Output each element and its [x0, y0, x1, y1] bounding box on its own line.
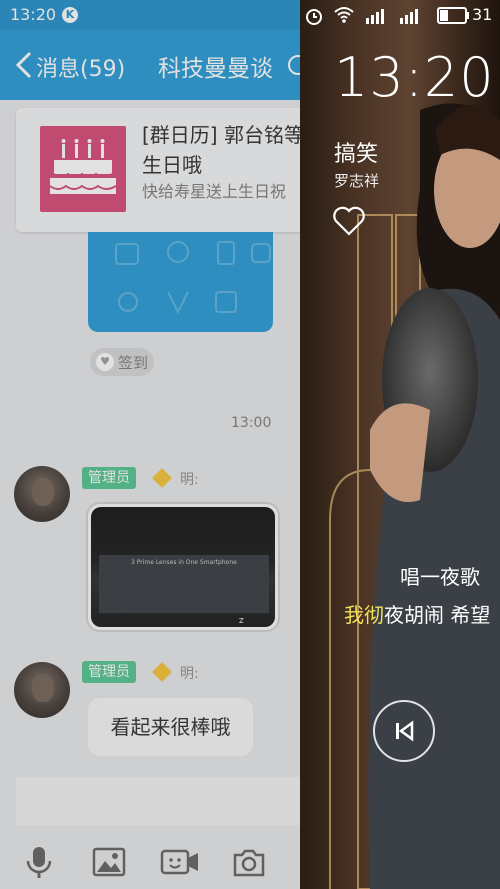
chat-toolbar	[0, 835, 300, 889]
app-icons-card[interactable]	[88, 232, 273, 332]
app-notification-icon: K	[62, 7, 78, 23]
admin-tag: 管理员	[82, 661, 136, 683]
signal-4g-icon	[366, 9, 384, 24]
heart-outline-icon[interactable]	[332, 206, 366, 236]
signal-icon	[400, 9, 418, 24]
microphone-icon[interactable]	[22, 845, 56, 879]
photo-caption: 3 Prime Lenses in One Smartphone	[131, 559, 237, 566]
alarm-icon	[306, 9, 322, 25]
status-time: 13:20	[10, 5, 57, 24]
lock-screen: 31 13:20 搞笑 罗志祥 唱一夜歌 我彻夜胡闹 希望	[300, 0, 500, 889]
wifi-icon	[334, 7, 354, 23]
previous-track-button[interactable]	[373, 700, 435, 762]
lock-clock: 13:20	[334, 46, 495, 109]
sender-name: 明:	[180, 666, 199, 682]
back-button[interactable]: 消息(59)	[36, 51, 125, 83]
message-timestamp: 13:00	[231, 415, 272, 431]
status-bar-right: 31	[300, 0, 500, 30]
group-info-icon[interactable]	[288, 55, 300, 75]
diamond-icon	[152, 662, 172, 682]
avatar[interactable]	[14, 466, 70, 522]
photo-thumbnail: 3 Prime Lenses in One Smartphone Z	[91, 507, 275, 627]
battery-level: 31	[472, 5, 493, 24]
chat-title: 科技曼曼谈	[158, 56, 273, 82]
avatar[interactable]	[14, 662, 70, 718]
group-calendar-card[interactable]: [群日历] 郭台铭等 生日哦 快给寿星送上生日祝	[16, 108, 300, 232]
camera-icon[interactable]	[232, 845, 266, 879]
video-icon[interactable]	[160, 845, 200, 879]
admin-tag: 管理员	[82, 467, 136, 489]
cake-icon	[40, 126, 126, 212]
back-arrow-icon[interactable]	[12, 50, 36, 80]
sender-name: 明:	[180, 472, 199, 488]
chat-app: 13:20 K 消息(59) 科技曼曼谈 [群日历] 郭台铭等 生日哦 快给寿星…	[0, 0, 300, 889]
message-input[interactable]	[16, 777, 300, 825]
lyric-rest: 夜胡闹 希望	[384, 603, 491, 627]
song-title: 搞笑	[334, 142, 379, 167]
status-bar-left: 13:20 K	[0, 0, 300, 30]
lyric-highlight: 我彻	[344, 603, 384, 627]
signin-badge[interactable]: ♥ 签到	[90, 348, 154, 376]
lyric-line-current: 我彻夜胡闹 希望	[344, 599, 490, 628]
calendar-title: [群日历] 郭台铭等 生日哦	[142, 123, 300, 177]
heart-icon: ♥	[96, 353, 114, 371]
calendar-subtitle: 快给寿星送上生日祝	[142, 182, 287, 201]
skip-back-icon	[396, 720, 414, 742]
pattern-icons	[115, 241, 271, 315]
lyric-line: 唱一夜歌	[400, 565, 480, 589]
image-message[interactable]: 3 Prime Lenses in One Smartphone Z	[86, 502, 280, 632]
signin-label: 签到	[118, 354, 149, 372]
battery-icon	[437, 7, 469, 24]
text-message[interactable]: 看起来很棒哦	[88, 698, 253, 756]
song-artist: 罗志祥	[334, 172, 380, 190]
image-icon[interactable]	[92, 845, 126, 879]
diamond-icon	[152, 468, 172, 488]
chat-header: 消息(59) 科技曼曼谈	[0, 30, 300, 100]
